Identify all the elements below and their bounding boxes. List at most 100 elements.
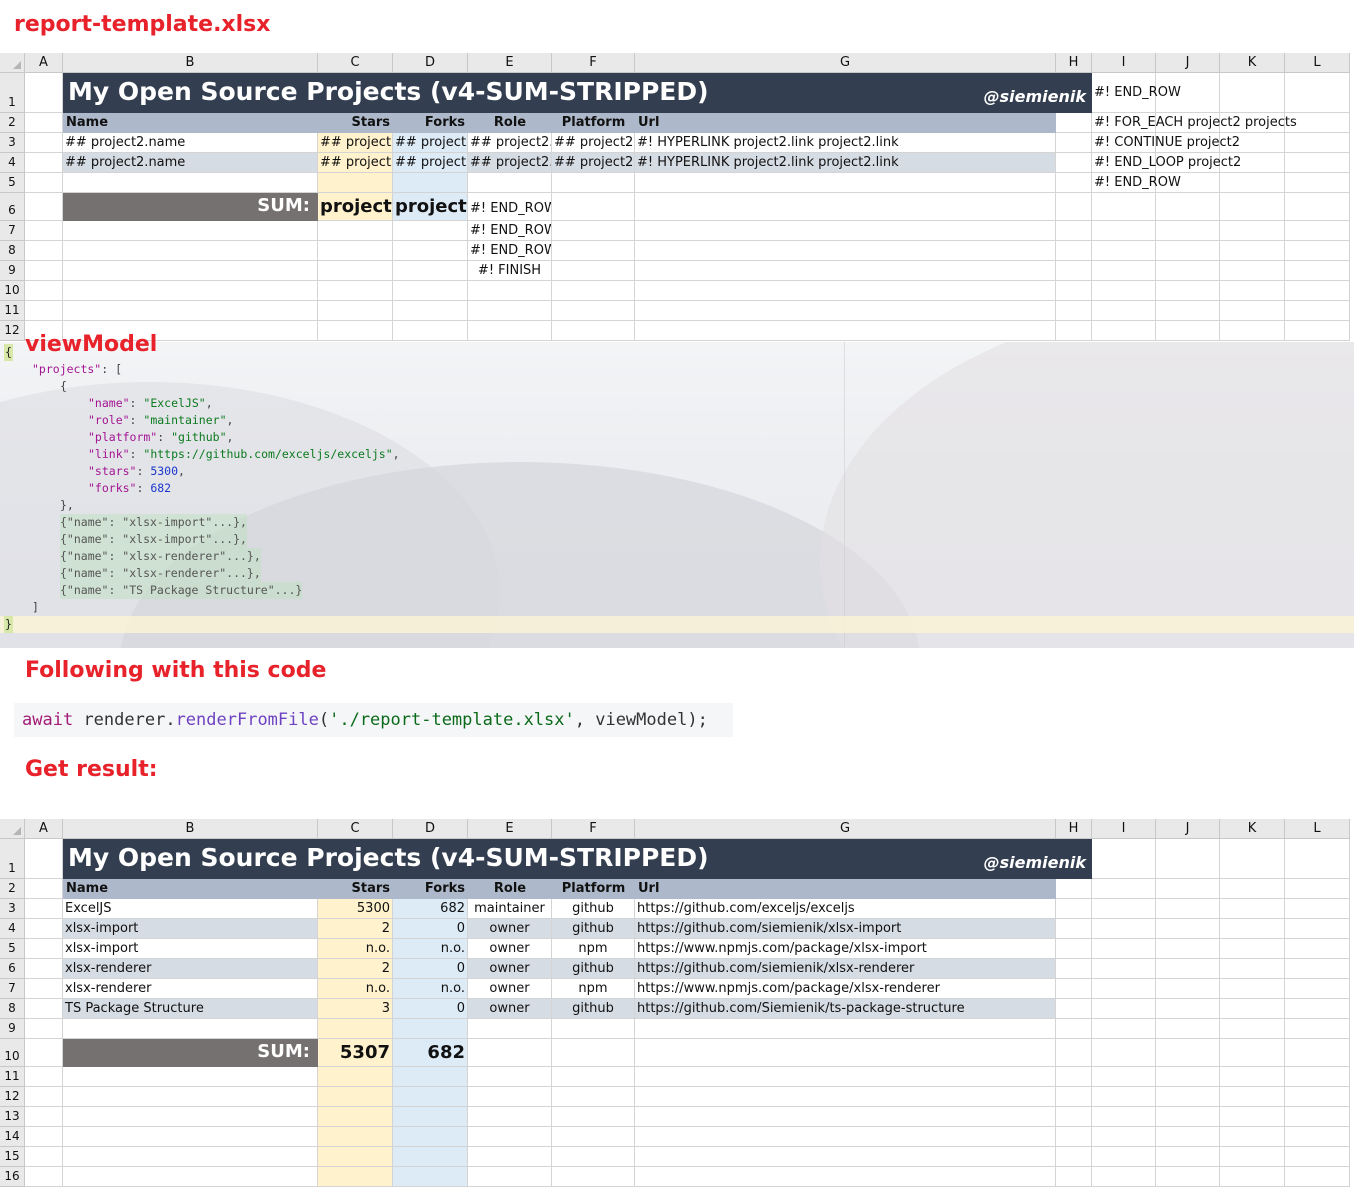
- row-header-8[interactable]: 8: [0, 999, 25, 1019]
- row-header-9[interactable]: 9: [0, 261, 25, 281]
- result-role-cell[interactable]: owner: [468, 979, 552, 999]
- cell[interactable]: [1220, 1107, 1285, 1127]
- cell[interactable]: [552, 281, 635, 301]
- cell[interactable]: [1156, 1127, 1220, 1147]
- cell[interactable]: [25, 261, 63, 281]
- cell[interactable]: [1156, 879, 1220, 899]
- result-name-cell[interactable]: ExcelJS: [63, 899, 318, 919]
- template-forks-cell[interactable]: ## project2.forks: [393, 153, 468, 173]
- cell[interactable]: [63, 221, 318, 241]
- cell[interactable]: [25, 879, 63, 899]
- cell[interactable]: [1285, 959, 1350, 979]
- cell[interactable]: [1156, 1167, 1220, 1187]
- directive-end-row[interactable]: #! END_ROW: [468, 221, 552, 241]
- row-header-6[interactable]: 6: [0, 193, 25, 221]
- result-forks-cell[interactable]: 0: [393, 919, 468, 939]
- cell[interactable]: [1220, 241, 1285, 261]
- cell[interactable]: [25, 281, 63, 301]
- column-header-e[interactable]: E: [468, 53, 552, 73]
- row-header-16[interactable]: 16: [0, 1167, 25, 1187]
- cell[interactable]: [25, 1039, 63, 1067]
- column-title-url[interactable]: Url: [635, 879, 1056, 899]
- cell[interactable]: [1285, 261, 1350, 281]
- cell[interactable]: [1056, 1167, 1092, 1187]
- cell[interactable]: [25, 153, 63, 173]
- row-header-3[interactable]: 3: [0, 133, 25, 153]
- column-title-name[interactable]: Name: [63, 879, 318, 899]
- cell[interactable]: [1156, 1019, 1220, 1039]
- cell[interactable]: [1056, 939, 1092, 959]
- row-header-7[interactable]: 7: [0, 221, 25, 241]
- directive-continue[interactable]: #! CONTINUE project2: [1092, 133, 1285, 153]
- cell[interactable]: [468, 1107, 552, 1127]
- cell[interactable]: [1156, 1087, 1220, 1107]
- column-header-i[interactable]: I: [1092, 819, 1156, 839]
- cell[interactable]: [25, 979, 63, 999]
- cell[interactable]: [1092, 301, 1156, 321]
- cell[interactable]: [25, 133, 63, 153]
- cell[interactable]: [25, 959, 63, 979]
- cell[interactable]: [1156, 999, 1220, 1019]
- json-collapsed-item[interactable]: {"name": "xlsx-import"...},: [60, 531, 247, 548]
- cell[interactable]: [1285, 193, 1350, 221]
- column-header-f[interactable]: F: [552, 53, 635, 73]
- cell[interactable]: [1056, 173, 1092, 193]
- cell[interactable]: [1156, 301, 1220, 321]
- cell[interactable]: [1220, 1019, 1285, 1039]
- directive-end-row[interactable]: #! END_ROW: [468, 193, 552, 221]
- cell[interactable]: [1056, 979, 1092, 999]
- cell[interactable]: [552, 1019, 635, 1039]
- column-title-stars[interactable]: Stars: [318, 113, 393, 133]
- cell[interactable]: [1056, 281, 1092, 301]
- cell[interactable]: [1056, 1087, 1092, 1107]
- result-name-cell[interactable]: xlsx-import: [63, 919, 318, 939]
- template-url-cell[interactable]: #! HYPERLINK project2.link project2.link: [635, 153, 1056, 173]
- stars-fill-cell[interactable]: [318, 1107, 393, 1127]
- row-header-2[interactable]: 2: [0, 113, 25, 133]
- cell[interactable]: [393, 321, 468, 341]
- cell[interactable]: [635, 1039, 1056, 1067]
- cell[interactable]: [552, 1039, 635, 1067]
- cell[interactable]: [1156, 959, 1220, 979]
- cell[interactable]: [1156, 321, 1220, 341]
- sum-stars-cell[interactable]: project2: [318, 193, 393, 221]
- row-header-3[interactable]: 3: [0, 899, 25, 919]
- cell[interactable]: [635, 281, 1056, 301]
- cell[interactable]: [1220, 999, 1285, 1019]
- column-header-a[interactable]: A: [25, 819, 63, 839]
- cell[interactable]: [635, 1087, 1056, 1107]
- cell[interactable]: [468, 1147, 552, 1167]
- cell[interactable]: [1285, 999, 1350, 1019]
- column-title-platform[interactable]: Platform: [552, 879, 635, 899]
- cell[interactable]: [25, 839, 63, 879]
- cell[interactable]: [318, 301, 393, 321]
- row-header-1[interactable]: 1: [0, 839, 25, 879]
- cell[interactable]: [25, 73, 63, 113]
- result-name-cell[interactable]: TS Package Structure: [63, 999, 318, 1019]
- cell[interactable]: [1092, 1087, 1156, 1107]
- cell[interactable]: [1056, 1019, 1092, 1039]
- forks-fill-cell[interactable]: [393, 1067, 468, 1087]
- json-collapsed-item[interactable]: {"name": "TS Package Structure"...}: [60, 582, 303, 599]
- cell[interactable]: [25, 1127, 63, 1147]
- result-url-cell[interactable]: https://www.npmjs.com/package/xlsx-rende…: [635, 979, 1056, 999]
- row-header-13[interactable]: 13: [0, 1107, 25, 1127]
- cell[interactable]: [1092, 321, 1156, 341]
- cell[interactable]: [635, 241, 1056, 261]
- row-header-12[interactable]: 12: [0, 1087, 25, 1107]
- column-title-stars[interactable]: Stars: [318, 879, 393, 899]
- cell[interactable]: [63, 1019, 318, 1039]
- cell[interactable]: [1220, 261, 1285, 281]
- cell[interactable]: [1092, 1147, 1156, 1167]
- cell[interactable]: [1220, 839, 1285, 879]
- template-platform-cell[interactable]: ## project2.platform: [552, 153, 635, 173]
- cell[interactable]: [552, 1067, 635, 1087]
- stars-fill-cell[interactable]: [318, 1127, 393, 1147]
- column-header-c[interactable]: C: [318, 819, 393, 839]
- cell[interactable]: [25, 899, 63, 919]
- cell[interactable]: [1285, 919, 1350, 939]
- cell[interactable]: [1220, 281, 1285, 301]
- cell[interactable]: [1092, 221, 1156, 241]
- column-title-forks[interactable]: Forks: [393, 879, 468, 899]
- cell[interactable]: [1092, 1127, 1156, 1147]
